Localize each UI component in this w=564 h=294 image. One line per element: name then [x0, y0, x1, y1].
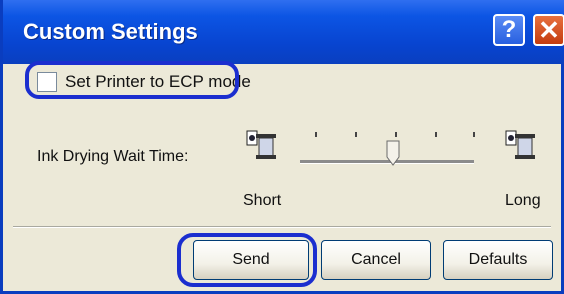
slider-tick — [315, 132, 317, 137]
title-bar[interactable]: Custom Settings ? ✕ — [3, 0, 564, 64]
slider-tick — [435, 132, 437, 137]
slider-max-label: Long — [505, 192, 541, 209]
dialog-title: Custom Settings — [23, 19, 198, 44]
help-button[interactable]: ? — [493, 14, 525, 46]
printer-short-icon — [246, 130, 276, 159]
slider-min-label: Short — [243, 192, 282, 209]
slider-tick — [473, 132, 475, 137]
defaults-button[interactable]: Defaults — [443, 240, 553, 280]
close-icon: ✕ — [538, 15, 560, 45]
custom-settings-dialog: Custom Settings ? ✕ Set Printer to ECP m… — [0, 0, 564, 294]
cancel-button[interactable]: Cancel — [321, 240, 431, 280]
separator — [13, 226, 551, 228]
help-icon: ? — [501, 16, 517, 43]
slider-tick — [355, 132, 357, 137]
ink-drying-label: Ink Drying Wait Time: — [37, 148, 189, 165]
ecp-highlight-outline — [25, 61, 239, 99]
ink-drying-slider-area: Short Long — [243, 108, 563, 218]
slider-tick — [395, 132, 397, 137]
send-highlight-outline — [177, 233, 317, 287]
slider-thumb[interactable] — [386, 140, 400, 166]
close-button[interactable]: ✕ — [533, 14, 564, 46]
printer-long-icon — [505, 130, 535, 159]
